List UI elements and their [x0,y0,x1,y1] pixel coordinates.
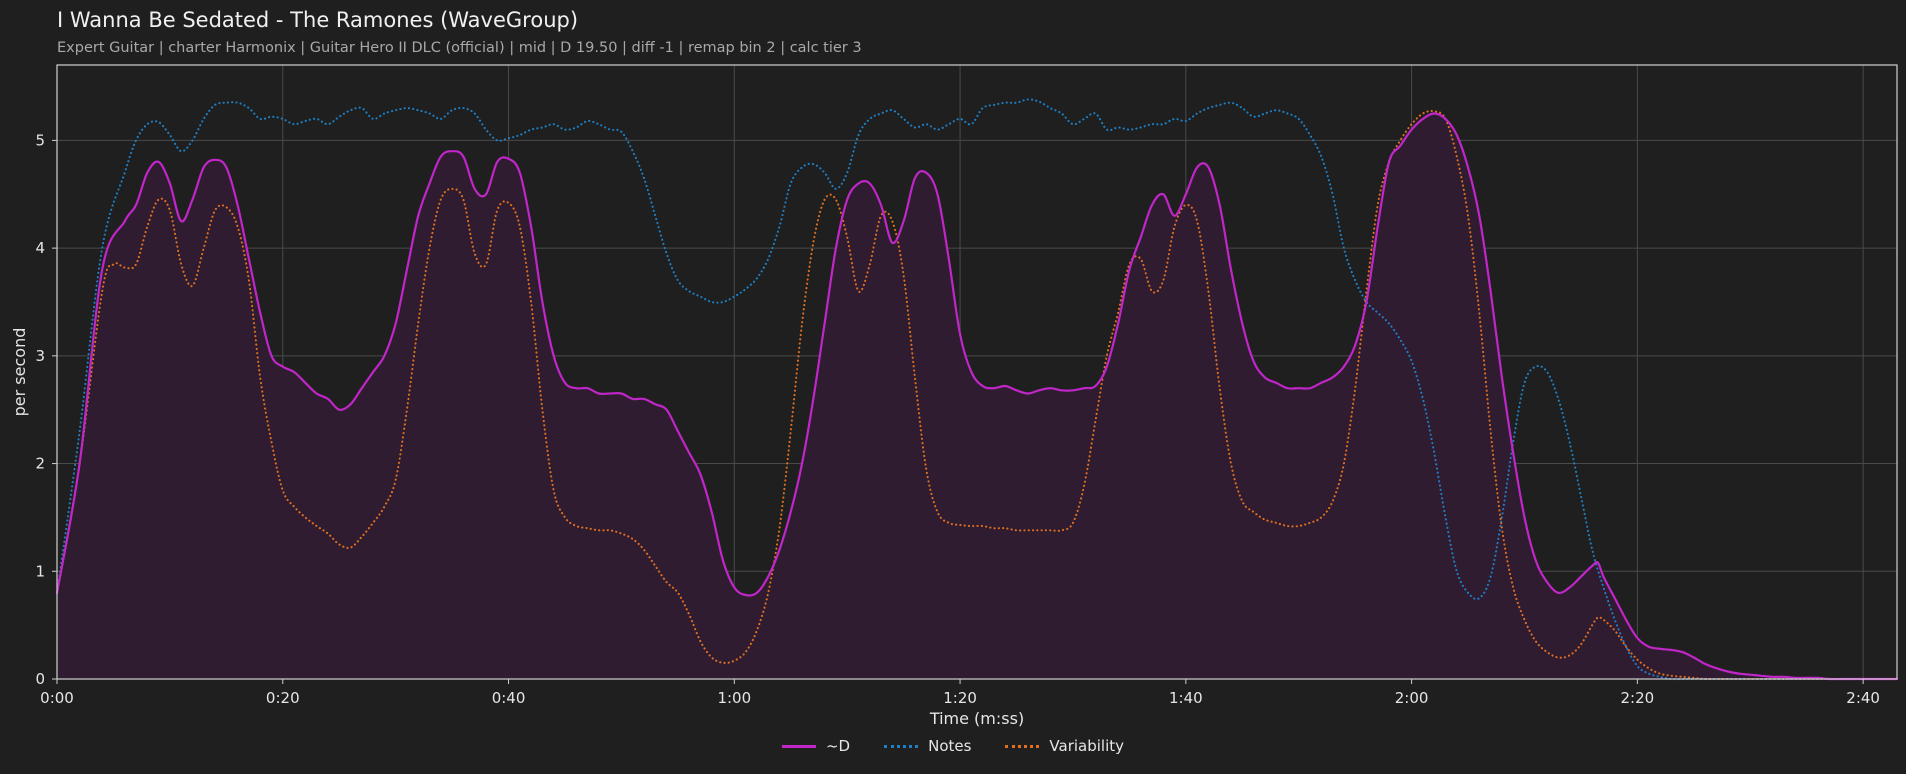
y-tick-label: 1 [35,562,45,580]
x-axis-label: Time (m:ss) [929,709,1024,728]
y-axis-label: per second [10,328,29,417]
y-tick-label: 2 [35,455,45,473]
legend-swatch-variability [1005,744,1040,748]
x-axis-ticks: 0:00 0:20 0:40 1:00 1:20 1:40 2:00 2:20 2:40 [40,679,1880,707]
x-tick-label: 1:20 [943,689,977,707]
x-tick-label: 1:00 [717,689,751,707]
x-tick-label: 0:00 [40,689,74,707]
legend-label-notes: Notes [928,737,972,755]
y-tick-label: 5 [35,131,45,149]
y-tick-label: 3 [35,347,45,365]
legend-item-notes: Notes [884,737,971,755]
y-tick-label: 0 [35,670,45,688]
y-axis-ticks: 0 1 2 3 4 5 [35,131,57,688]
legend-item-d: ~D [781,737,851,755]
legend-swatch-d [781,744,816,748]
x-tick-label: 2:40 [1846,689,1880,707]
chart-canvas: 0:00 0:20 0:40 1:00 1:20 1:40 2:00 2:20 2:40 0 1 2… [10,64,1899,728]
x-tick-label: 2:00 [1395,689,1429,707]
x-tick-label: 0:40 [492,689,526,707]
series-fill-d [57,113,1897,680]
chart-legend: ~D Notes Variability [0,737,1906,755]
legend-item-variability: Variability [1005,737,1124,755]
legend-swatch-notes [884,744,919,748]
x-tick-label: 0:20 [266,689,300,707]
legend-label-variability: Variability [1049,737,1125,755]
x-tick-label: 2:20 [1621,689,1655,707]
x-tick-label: 1:40 [1169,689,1203,707]
legend-label-d: ~D [825,737,851,755]
fill-layer [57,113,1897,680]
y-tick-label: 4 [35,239,45,257]
